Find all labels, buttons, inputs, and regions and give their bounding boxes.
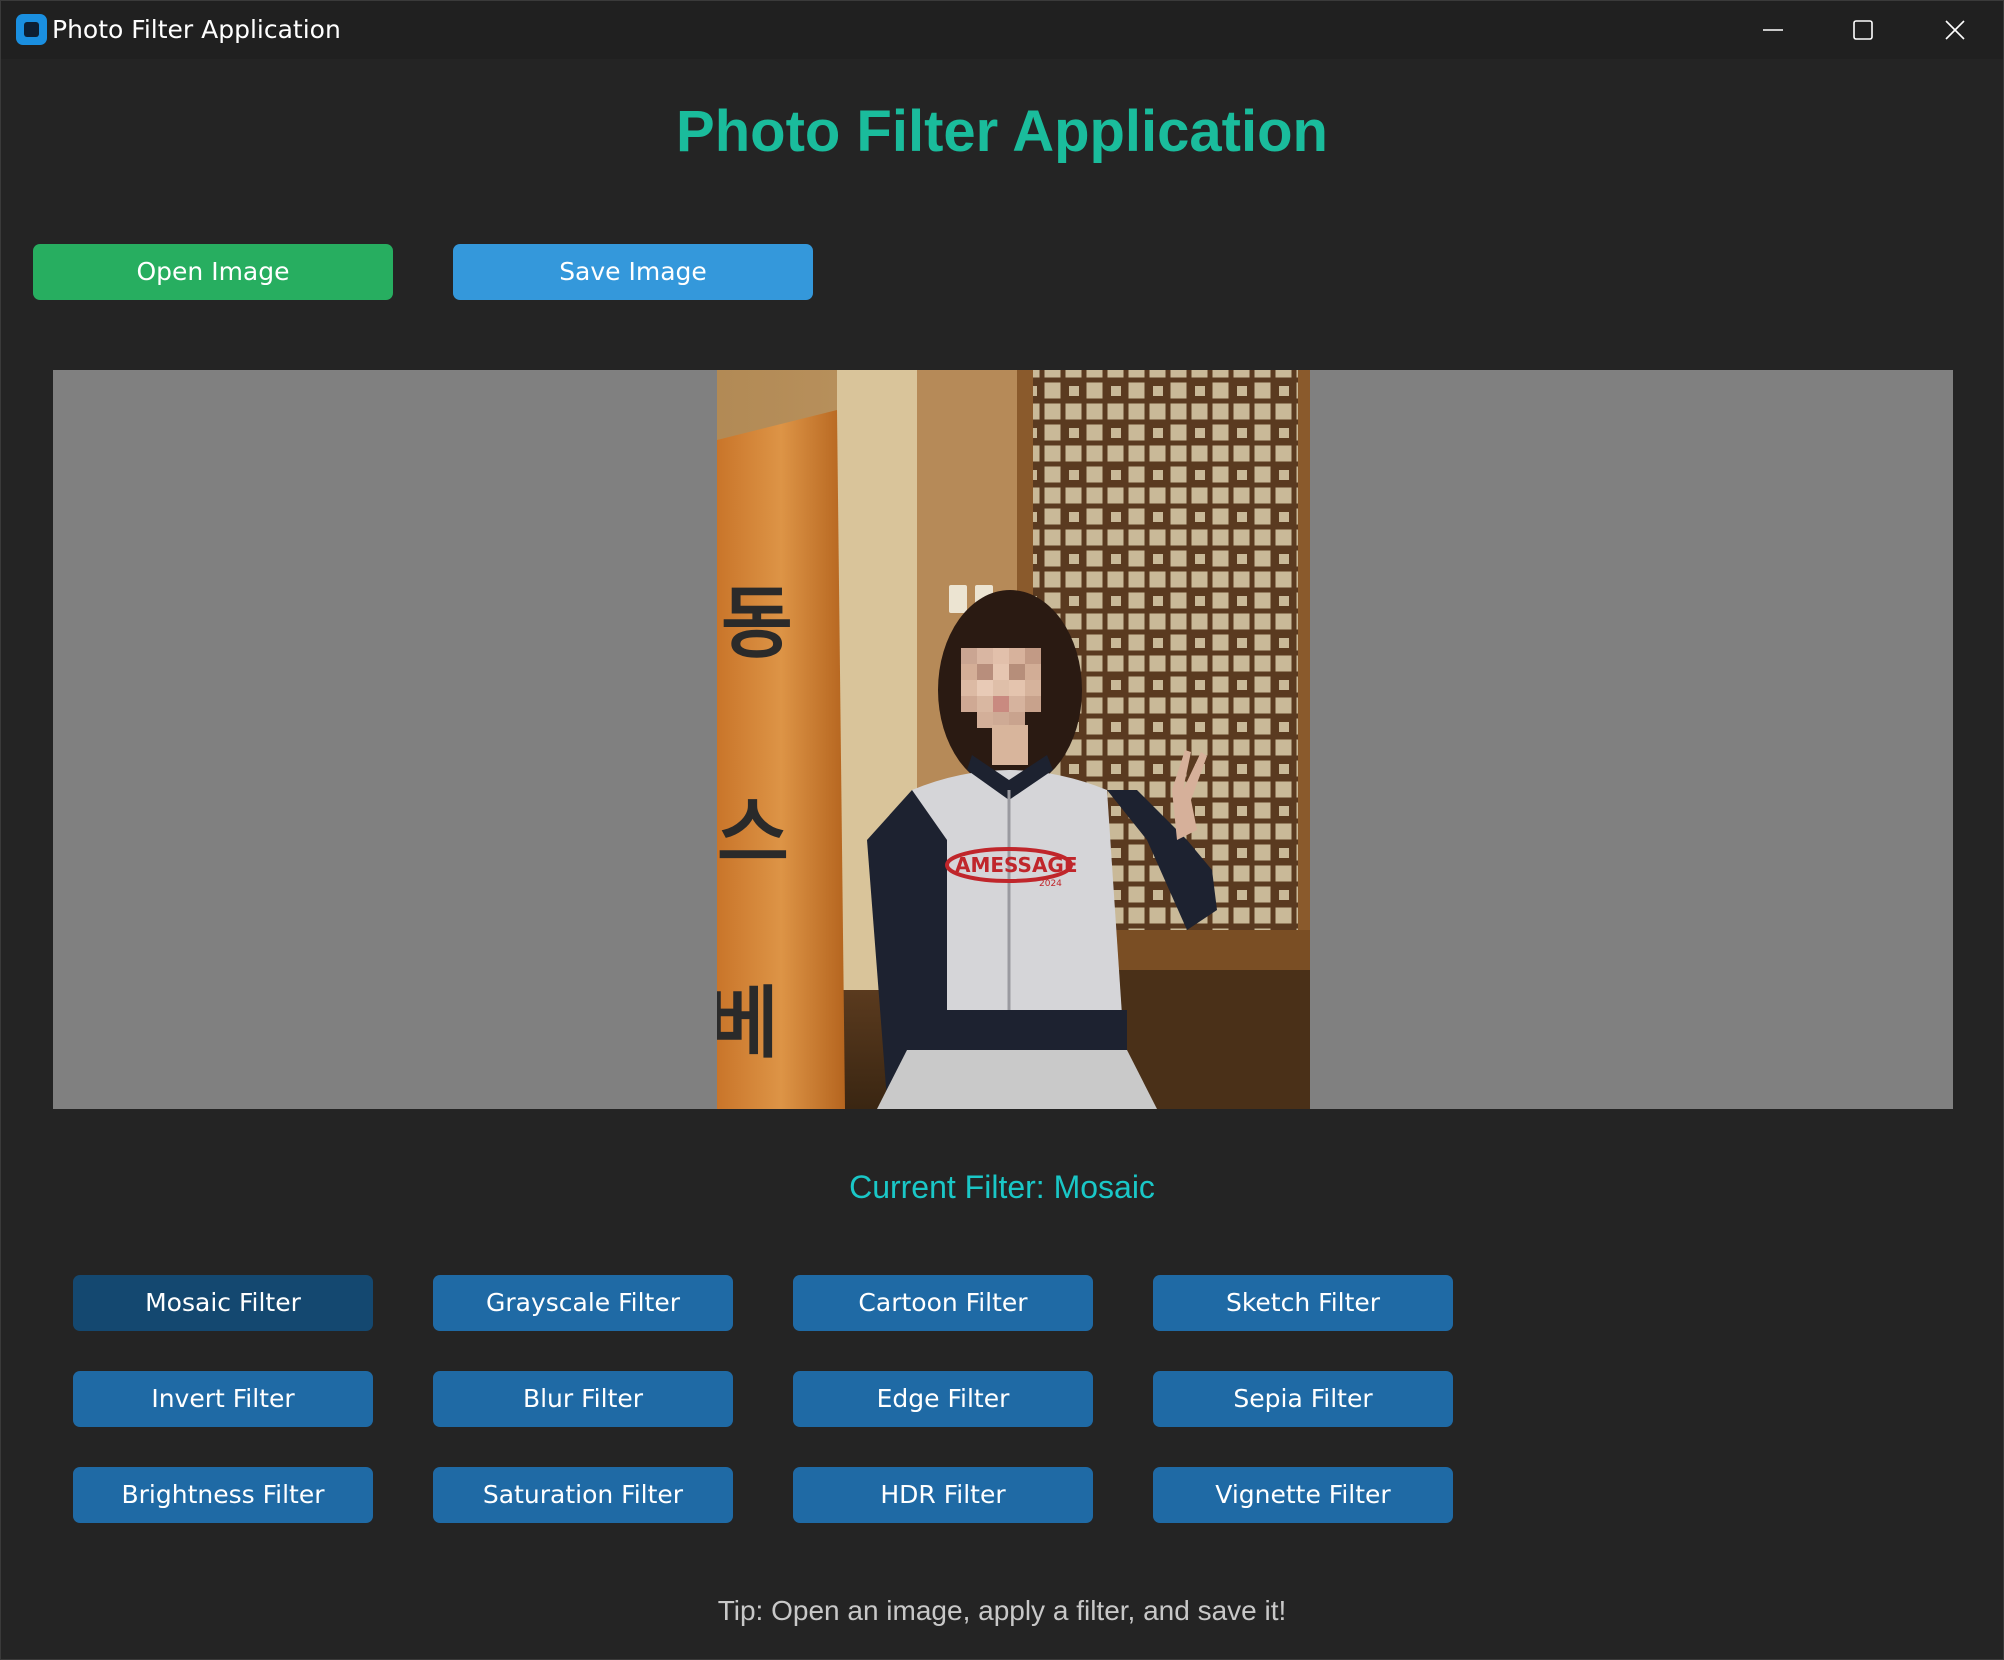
minimize-icon: [1763, 29, 1783, 31]
image-canvas: 동 스 베 AMESSAGE 2024: [53, 370, 1953, 1109]
invert-filter-button[interactable]: Invert Filter: [73, 1371, 373, 1427]
photo-illustration: 동 스 베 AMESSAGE 2024: [717, 370, 1310, 1109]
maximize-button[interactable]: [1817, 1, 1909, 59]
hdr-filter-button[interactable]: HDR Filter: [793, 1467, 1093, 1523]
preview-photo: 동 스 베 AMESSAGE 2024: [717, 370, 1310, 1109]
close-button[interactable]: [1909, 1, 2001, 59]
mosaic-filter-button[interactable]: Mosaic Filter: [73, 1275, 373, 1331]
edge-filter-button[interactable]: Edge Filter: [793, 1371, 1093, 1427]
tip-text: Tip: Open an image, apply a filter, and …: [717, 1595, 1287, 1626]
minimize-button[interactable]: [1727, 1, 1819, 59]
close-icon: [1945, 20, 1965, 40]
current-filter-label: Current Filter: Mosaic: [849, 1169, 1155, 1205]
page-title: Photo Filter Application: [676, 99, 1328, 164]
shirt-logo-text: AMESSAGE: [955, 853, 1078, 877]
maximize-icon: [1853, 20, 1873, 40]
open-image-button[interactable]: Open Image: [33, 244, 393, 300]
app-window: Photo Filter Application Photo Filter Ap…: [0, 0, 2004, 1660]
saturation-filter-button[interactable]: Saturation Filter: [433, 1467, 733, 1523]
signboard-char-1: 동: [721, 579, 793, 669]
vignette-filter-button[interactable]: Vignette Filter: [1153, 1467, 1453, 1523]
save-image-button[interactable]: Save Image: [453, 244, 813, 300]
window-title: Photo Filter Application: [52, 15, 341, 44]
shirt-logo-subtext: 2024: [1039, 879, 1062, 889]
cartoon-filter-button[interactable]: Cartoon Filter: [793, 1275, 1093, 1331]
brightness-filter-button[interactable]: Brightness Filter: [73, 1467, 373, 1523]
signboard-char-2: 스: [717, 789, 789, 879]
app-icon: [16, 14, 47, 45]
grayscale-filter-button[interactable]: Grayscale Filter: [433, 1275, 733, 1331]
blur-filter-button[interactable]: Blur Filter: [433, 1371, 733, 1427]
sepia-filter-button[interactable]: Sepia Filter: [1153, 1371, 1453, 1427]
sketch-filter-button[interactable]: Sketch Filter: [1153, 1275, 1453, 1331]
signboard-char-3: 베: [717, 979, 779, 1069]
title-bar: Photo Filter Application: [1, 1, 2003, 59]
